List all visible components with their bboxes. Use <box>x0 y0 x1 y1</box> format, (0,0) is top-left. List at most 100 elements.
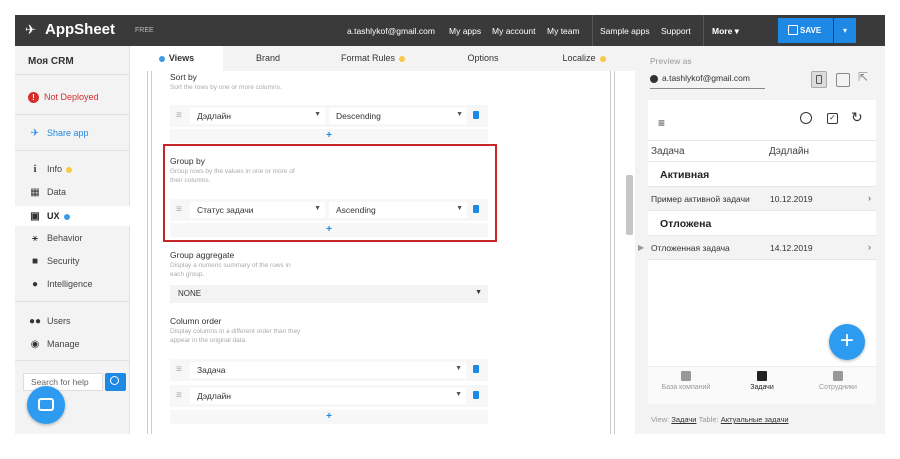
group-by-desc: Group rows by the values in one or more … <box>170 168 295 184</box>
table-icon: ▦ <box>30 187 40 198</box>
nav-sample-apps[interactable]: Sample apps <box>600 26 650 36</box>
column-select[interactable]: Задача ▼ <box>190 362 466 378</box>
group-aggregate-title: Group aggregate <box>170 250 235 260</box>
frame-line <box>614 71 615 434</box>
sidebar: Моя CRM ! Not Deployed ✈ Share app i Info ▦… <box>15 46 130 434</box>
manage-icon: ◉ <box>30 339 40 350</box>
nav-item-employees[interactable]: Сотрудники <box>800 371 876 391</box>
app-name: Моя CRM <box>28 56 74 67</box>
checkbox-icon[interactable]: ✓ <box>827 113 838 124</box>
menu-icon[interactable]: ≡ <box>658 116 665 130</box>
editor-tabs: Views Brand Format Rules Options Localiz… <box>130 46 635 71</box>
search-icon[interactable] <box>800 112 812 124</box>
drag-handle-icon[interactable]: ≡ <box>176 390 182 401</box>
column-order-title: Column order <box>170 316 222 326</box>
help-search-button[interactable] <box>105 373 126 391</box>
preview-as-label: Preview as <box>650 56 692 66</box>
users-icon <box>833 371 843 381</box>
tab-brand[interactable]: Brand <box>223 46 313 71</box>
sidebar-item-manage[interactable]: ◉ Manage <box>28 336 80 352</box>
drag-handle-icon[interactable]: ≡ <box>176 364 182 375</box>
group-order-select[interactable]: Ascending ▼ <box>329 202 467 218</box>
divider <box>15 114 130 115</box>
add-fab-button[interactable]: + <box>829 324 865 360</box>
phone-icon <box>816 75 822 84</box>
nav-support[interactable]: Support <box>661 26 691 36</box>
group-aggregate-select[interactable]: NONE ▼ <box>170 285 488 303</box>
chevron-right-icon: › <box>868 193 871 203</box>
share-app-link[interactable]: ✈ Share app <box>28 125 89 141</box>
caret-right-icon[interactable]: ▶ <box>638 243 644 252</box>
table-row[interactable]: Пример активной задачи 10.12.2019 › <box>648 187 876 211</box>
view-info: View: Задачи Table: Актуальные задачи <box>651 415 789 424</box>
app-logo[interactable]: AppSheet <box>45 21 115 38</box>
nav-more[interactable]: More ▾ <box>712 26 739 37</box>
group-header[interactable]: Активная <box>648 163 876 187</box>
phone-view-button[interactable] <box>811 71 827 88</box>
preview-user-select[interactable]: a.tashlykof@gmail.com <box>650 73 765 89</box>
sidebar-item-data[interactable]: ▦ Data <box>28 184 66 200</box>
view-link[interactable]: Задачи <box>671 415 696 424</box>
caret-down-icon: ▼ <box>314 205 321 212</box>
tab-options[interactable]: Options <box>433 46 533 71</box>
column-header[interactable]: Задача <box>651 146 685 157</box>
column-select[interactable]: Дэдлайн ▼ <box>190 388 466 404</box>
status-dot <box>158 55 165 62</box>
user-email[interactable]: a.tashlykof@gmail.com <box>347 26 435 36</box>
scrollbar-thumb[interactable] <box>626 175 633 235</box>
add-group-button[interactable]: + <box>170 223 488 237</box>
error-icon: ! <box>28 92 39 103</box>
sidebar-item-users[interactable]: ●● Users <box>28 313 71 329</box>
sidebar-item-ux[interactable]: ▣ UX <box>15 206 130 226</box>
nav-item-companies[interactable]: База компаний <box>648 371 724 391</box>
open-external-icon[interactable]: ⇱ <box>858 70 872 84</box>
deploy-status[interactable]: ! Not Deployed <box>28 89 99 105</box>
save-dropdown-button[interactable]: ▾ <box>834 18 856 43</box>
save-button[interactable]: SAVE <box>778 18 833 43</box>
sidebar-item-info[interactable]: i Info <box>28 161 73 177</box>
lightbulb-icon: ● <box>31 279 39 290</box>
add-sort-button[interactable]: + <box>170 129 488 143</box>
refresh-icon[interactable]: ↻ <box>851 109 863 126</box>
group-header[interactable]: Отложена <box>648 212 876 236</box>
nav-my-team[interactable]: My team <box>547 26 580 36</box>
divider <box>15 74 130 75</box>
calendar-icon <box>757 371 767 381</box>
caret-down-icon: ▼ <box>455 391 462 398</box>
warning-dot <box>66 166 73 173</box>
group-column-select[interactable]: Статус задачи ▼ <box>190 202 325 218</box>
add-column-button[interactable]: + <box>170 410 488 424</box>
tab-localize[interactable]: Localize <box>533 46 635 71</box>
table-link[interactable]: Актуальные задачи <box>721 415 789 424</box>
search-icon <box>110 376 119 385</box>
caret-down-icon: ▼ <box>455 365 462 372</box>
nav-item-tasks[interactable]: Задачи <box>724 371 800 391</box>
sort-column-select[interactable]: Дэдлайн ▼ <box>190 108 325 124</box>
drag-handle-icon[interactable]: ≡ <box>176 110 182 121</box>
tablet-view-button[interactable] <box>836 73 850 87</box>
chat-button[interactable] <box>27 386 65 424</box>
sidebar-item-behavior[interactable]: ⚹ Behavior <box>28 230 83 246</box>
column-header[interactable]: Дэдлайн <box>769 146 809 157</box>
trash-icon[interactable] <box>473 391 479 399</box>
lock-icon: ■ <box>31 256 39 267</box>
frame-line <box>610 71 611 434</box>
table-header: Задача Дэдлайн <box>648 140 876 162</box>
nav-my-apps[interactable]: My apps <box>449 26 481 36</box>
trash-icon[interactable] <box>473 111 479 119</box>
warning-dot <box>599 55 606 62</box>
sort-order-select[interactable]: Descending ▼ <box>329 108 467 124</box>
nav-my-account[interactable]: My account <box>492 26 535 36</box>
tab-views[interactable]: Views <box>130 46 223 71</box>
table-row[interactable]: Отложенная задача 14.12.2019 › <box>648 236 876 260</box>
group-row: ≡ Статус задачи ▼ Ascending ▼ <box>170 199 488 221</box>
drag-handle-icon[interactable]: ≡ <box>176 204 182 215</box>
nav-divider <box>703 15 704 46</box>
tab-format-rules[interactable]: Format Rules <box>313 46 433 71</box>
sort-row: ≡ Дэдлайн ▼ Descending ▼ <box>170 105 488 127</box>
sidebar-item-intelligence[interactable]: ● Intelligence <box>28 276 93 292</box>
trash-icon[interactable] <box>473 365 479 373</box>
divider <box>15 301 130 302</box>
sidebar-item-security[interactable]: ■ Security <box>28 253 80 269</box>
trash-icon[interactable] <box>473 205 479 213</box>
